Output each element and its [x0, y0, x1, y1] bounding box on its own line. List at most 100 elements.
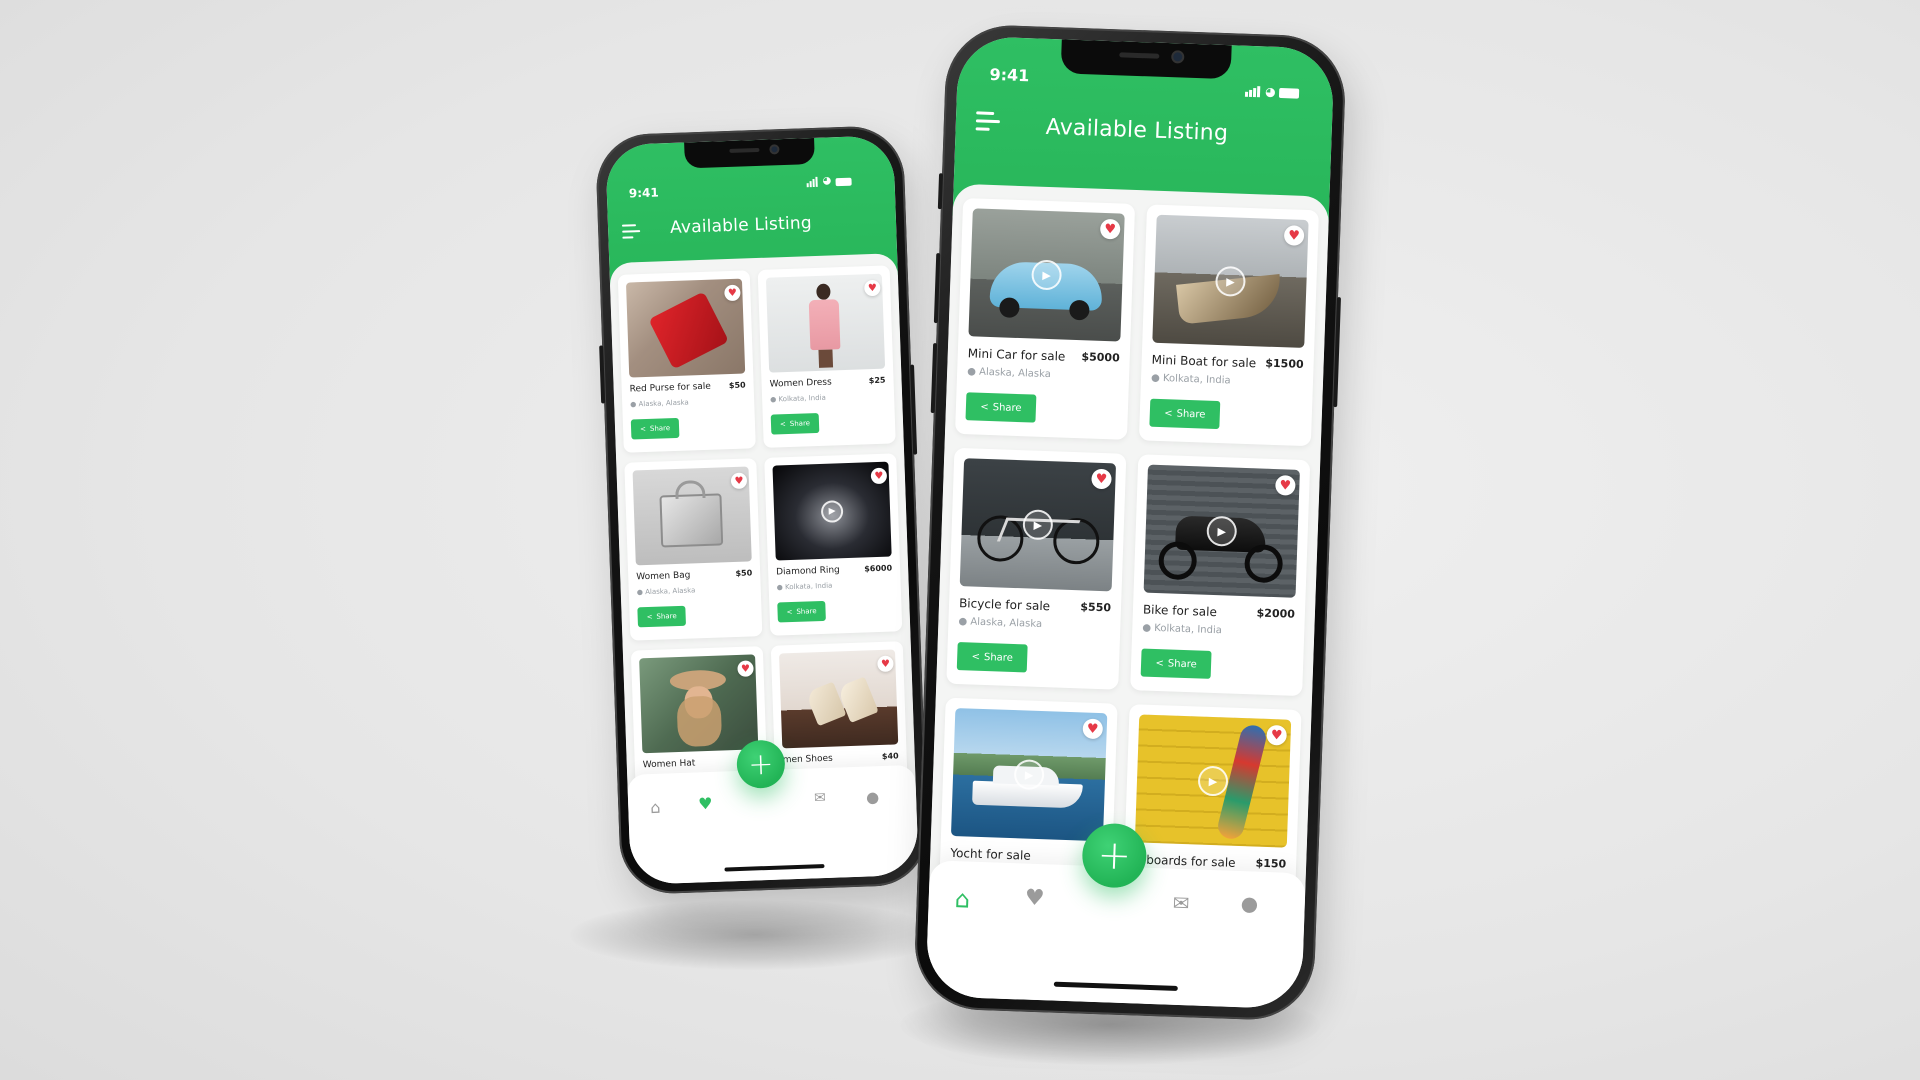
share-button[interactable]: < Share [1149, 398, 1221, 430]
listing-name: Mini Boat for sale [1151, 352, 1257, 371]
front-camera [769, 144, 780, 155]
location-text: Kolkata, India [778, 393, 826, 404]
listing-card[interactable]: ▶ ♥ Diamond Ring $6000 ● Kolkata, India … [764, 453, 903, 636]
dress-shape [808, 299, 841, 351]
mail-icon[interactable]: ✉ [814, 790, 826, 806]
share-icon: < [971, 651, 981, 663]
share-icon: < [1155, 657, 1165, 669]
listing-name: Red Purse for sale [629, 381, 712, 395]
share-icon: < [1164, 407, 1173, 419]
location-pin-icon: ● [1142, 622, 1152, 634]
heart-icon[interactable]: ♥ [1024, 886, 1045, 912]
listing-price: $50 [735, 568, 753, 578]
listing-name: Bicycle for sale [958, 596, 1051, 614]
share-button[interactable]: < Share [956, 642, 1028, 673]
motorbike-wheel-rear [1243, 544, 1284, 584]
speaker [729, 147, 760, 153]
listing-location: ● Kolkata, India [1151, 373, 1231, 387]
listing-location: ● Kolkata, India [1142, 622, 1222, 636]
location-text: Alaska, Alaska [644, 586, 696, 597]
status-time: 9:41 [989, 64, 1030, 86]
share-label: Share [983, 651, 1014, 664]
share-button[interactable]: < Share [630, 417, 680, 440]
location-pin-icon: ● [966, 366, 977, 378]
mail-icon[interactable]: ✉ [1172, 891, 1190, 916]
left-phone-volume-button [599, 345, 606, 404]
home-indicator [1053, 981, 1178, 991]
listing-location: ● Alaska, Alaska [630, 398, 689, 408]
listing-price: $50 [728, 380, 746, 391]
listing-card[interactable]: ▶ ♥ Bicycle for sale $550 ● Alaska, Alas… [946, 447, 1127, 690]
listing-price: $150 [1255, 856, 1287, 871]
listing-price: $5000 [1081, 350, 1120, 365]
share-icon: < [779, 420, 786, 429]
right-phone-mute-switch [937, 173, 944, 210]
menu-icon[interactable] [621, 224, 641, 239]
location-text: Alaska, Alaska [978, 366, 1051, 381]
share-button[interactable]: < Share [777, 600, 826, 623]
listing-location: ● Kolkata, India [777, 582, 833, 592]
left-phone: 9:41 ◕ Available Listing ♥ Red Purse for… [594, 124, 930, 896]
listing-price: $1500 [1265, 356, 1304, 371]
listing-location: ● Alaska, Alaska [958, 616, 1042, 630]
share-icon: < [639, 425, 647, 434]
profile-icon[interactable]: ● [866, 788, 880, 806]
share-icon: < [646, 612, 653, 622]
location-pin-icon: ● [636, 588, 644, 597]
location-text: Kolkata, India [1162, 373, 1231, 387]
battery-icon [1279, 87, 1300, 99]
status-icons: ◕ [806, 167, 852, 188]
location-text: Kolkata, India [1154, 622, 1223, 637]
share-button[interactable]: < Share [1140, 648, 1212, 679]
location-pin-icon: ● [630, 400, 637, 409]
share-label: Share [656, 612, 677, 621]
location-pin-icon: ● [1150, 372, 1160, 384]
signal-icon [1244, 78, 1262, 98]
play-icon[interactable]: ▶ [1197, 765, 1229, 797]
home-indicator [724, 864, 825, 872]
share-button[interactable]: < Share [770, 412, 820, 435]
profile-icon[interactable]: ● [1240, 891, 1258, 916]
listing-card[interactable]: ♥ Women Bag $50 ● Alaska, Alaska < Share [624, 458, 763, 641]
share-button[interactable]: < Share [637, 605, 686, 628]
location-pin-icon: ● [958, 616, 968, 628]
share-label: Share [992, 401, 1022, 414]
listing-card[interactable]: ♥ Women Dress $25 ● Kolkata, India < Shar… [757, 265, 896, 448]
left-phone-power-button [910, 364, 918, 455]
listing-location: ● Alaska, Alaska [967, 366, 1051, 380]
share-label: Share [1167, 657, 1197, 670]
right-phone: 9:41 ◕ Available Listing ▶ ♥ Mini Car fo… [912, 23, 1348, 1022]
share-label: Share [789, 419, 811, 428]
listing-price: $2000 [1256, 606, 1296, 621]
menu-icon[interactable] [975, 111, 1001, 131]
right-phone-power-button [1333, 297, 1341, 408]
heart-icon[interactable]: ♥ [698, 794, 713, 813]
listing-name: Bike for sale [1142, 602, 1218, 620]
share-label: Share [649, 424, 671, 433]
listing-price: $25 [868, 375, 886, 386]
page-title: Available Listing [669, 213, 813, 239]
location-pin-icon: ● [776, 583, 783, 592]
listing-card[interactable]: ▶ ♥ Bike for sale $2000 ● Kolkata, India… [1130, 454, 1311, 697]
left-screen: 9:41 ◕ Available Listing ♥ Red Purse for… [605, 135, 919, 885]
share-label: Share [1176, 408, 1206, 421]
page-title: Available Listing [1045, 114, 1229, 147]
listing-card[interactable]: ♥ Red Purse for sale $50 ● Alaska, Alask… [617, 270, 756, 453]
listing-location: ● Kolkata, India [770, 394, 826, 404]
status-time: 9:41 [628, 185, 659, 201]
listing-card[interactable]: ▶ ♥ Mini Car for sale $5000 ● Alaska, Al… [954, 197, 1136, 440]
share-button[interactable]: < Share [965, 392, 1037, 423]
hair-shape [676, 695, 723, 748]
home-icon[interactable]: ⌂ [954, 885, 970, 914]
home-icon[interactable]: ⌂ [650, 798, 661, 817]
front-camera [1171, 50, 1185, 64]
listing-price: $40 [881, 751, 899, 761]
notch [684, 137, 815, 169]
notch [1060, 39, 1232, 80]
play-icon[interactable]: ▶ [820, 499, 844, 523]
listing-card[interactable]: ▶ ♥ Mini Boat for sale $1500 ● Kolkata, … [1138, 204, 1320, 447]
listing-price: $550 [1080, 600, 1112, 615]
right-screen: 9:41 ◕ Available Listing ▶ ♥ Mini Car fo… [925, 35, 1335, 1010]
share-icon: < [786, 608, 793, 617]
listing-name: Yocht for sale [950, 845, 1031, 863]
